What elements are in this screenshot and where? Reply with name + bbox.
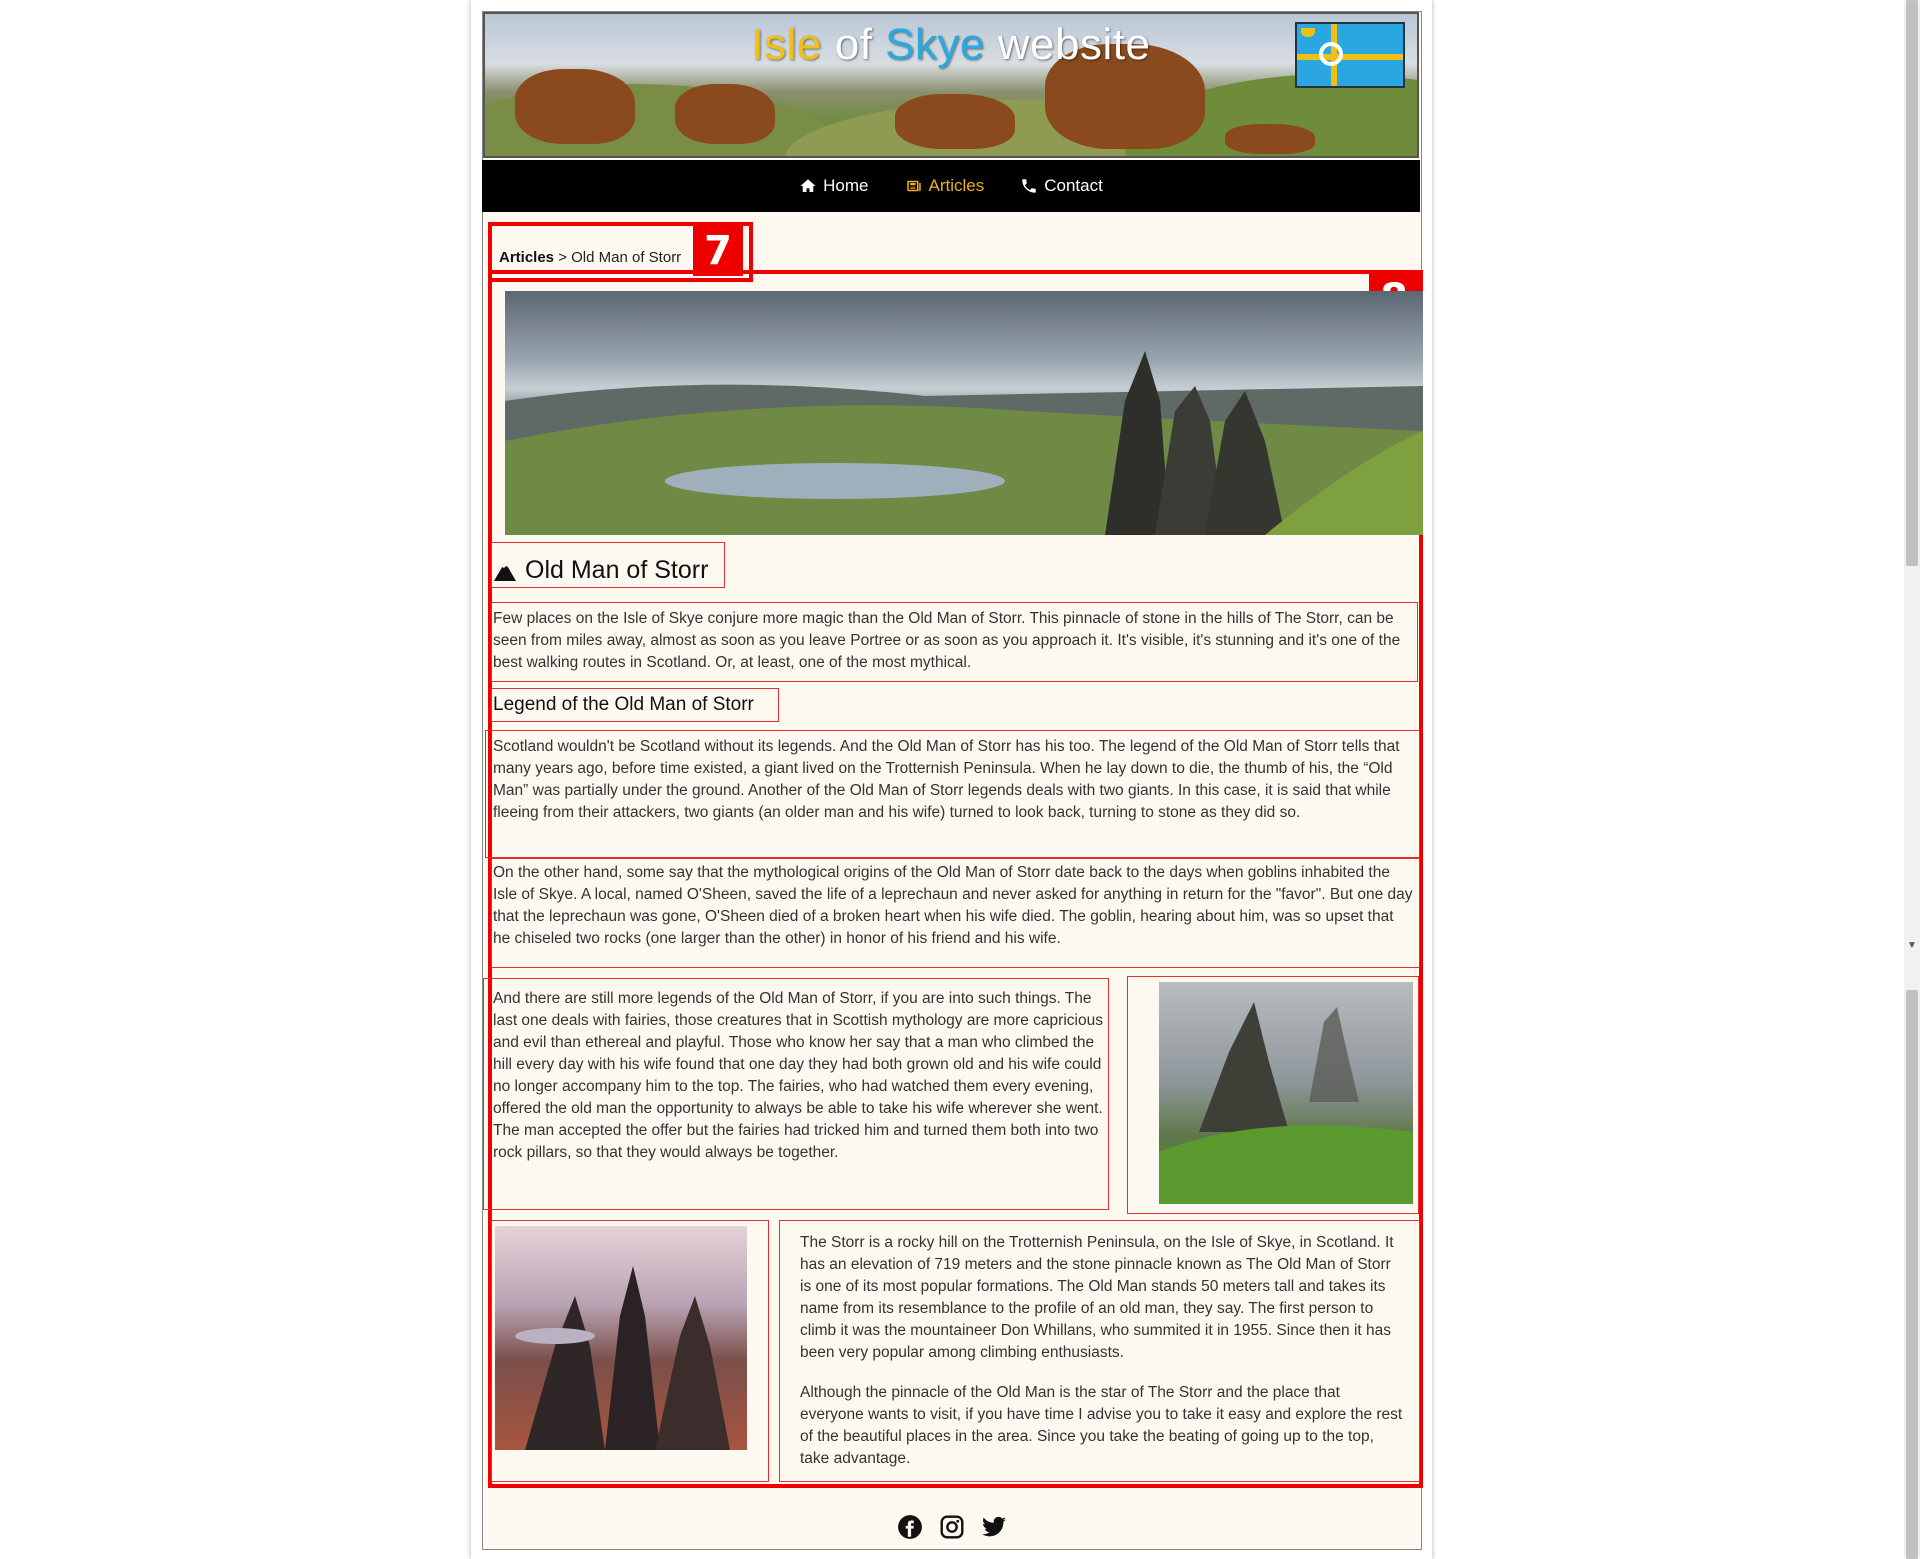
article-title-text: Old Man of Storr (525, 556, 709, 584)
site-title: Isle of Skye website (485, 20, 1417, 70)
site-title-word-of: of (834, 20, 873, 69)
nav-articles-label: Articles (928, 176, 985, 195)
article-title: Old Man of Storr (493, 556, 708, 585)
legend-paragraph-3: And there are still more legends of the … (493, 990, 1103, 1161)
breadcrumb-separator: > (558, 249, 567, 266)
page-scrollbar[interactable]: ▼ (1904, 0, 1920, 1559)
nav-contact-label: Contact (1044, 176, 1103, 195)
breadcrumb: Articles > Old Man of Storr (499, 249, 681, 266)
scroll-down-arrow-icon[interactable]: ▼ (1907, 940, 1917, 951)
nav-articles[interactable]: Articles (905, 176, 985, 196)
nav-home[interactable]: Home (799, 176, 869, 196)
annotation-label-7: 7 (693, 226, 743, 276)
breadcrumb-parent-link[interactable]: Articles (499, 249, 554, 266)
hero-image-old-man-of-storr (505, 291, 1423, 535)
twitter-icon[interactable] (981, 1514, 1007, 1540)
site-title-word-isle: Isle (751, 20, 823, 69)
header-banner: Isle of Skye website (483, 12, 1419, 158)
intro-paragraph: Few places on the Isle of Skye conjure m… (493, 610, 1401, 671)
home-icon (800, 179, 816, 192)
storr-paragraph-2: Although the pinnacle of the Old Man is … (800, 1384, 1403, 1467)
storr-misty-image (1159, 982, 1413, 1204)
breadcrumb-current: Old Man of Storr (571, 249, 682, 266)
storr-sunset-image (495, 1226, 747, 1450)
instagram-icon[interactable] (939, 1514, 965, 1540)
newspaper-icon (906, 180, 921, 192)
main-nav: Home Articles Contact (482, 160, 1420, 212)
site-title-word-website: website (997, 20, 1151, 69)
scrollbar-track-lower[interactable] (1906, 990, 1918, 1559)
legend-subheading: Legend of the Old Man of Storr (493, 694, 754, 715)
site-frame: Isle of Skye website Home Articles Conta… (482, 11, 1423, 1550)
facebook-icon[interactable] (897, 1514, 923, 1540)
storr-paragraph-1: The Storr is a rocky hill on the Trotter… (800, 1234, 1394, 1361)
phone-icon (1022, 179, 1036, 193)
social-links (483, 1514, 1421, 1540)
page-card: Isle of Skye website Home Articles Conta… (471, 0, 1432, 1559)
scrollbar-thumb[interactable] (1906, 0, 1918, 566)
skye-flag-icon (1295, 22, 1405, 88)
legend-paragraph-2: On the other hand, some say that the myt… (493, 864, 1413, 947)
nav-home-label: Home (823, 176, 869, 195)
legend-paragraph-1: Scotland wouldn't be Scotland without it… (493, 738, 1400, 821)
nav-contact[interactable]: Contact (1020, 176, 1103, 196)
mountain-icon (494, 561, 516, 581)
site-title-word-skye: Skye (885, 20, 986, 69)
